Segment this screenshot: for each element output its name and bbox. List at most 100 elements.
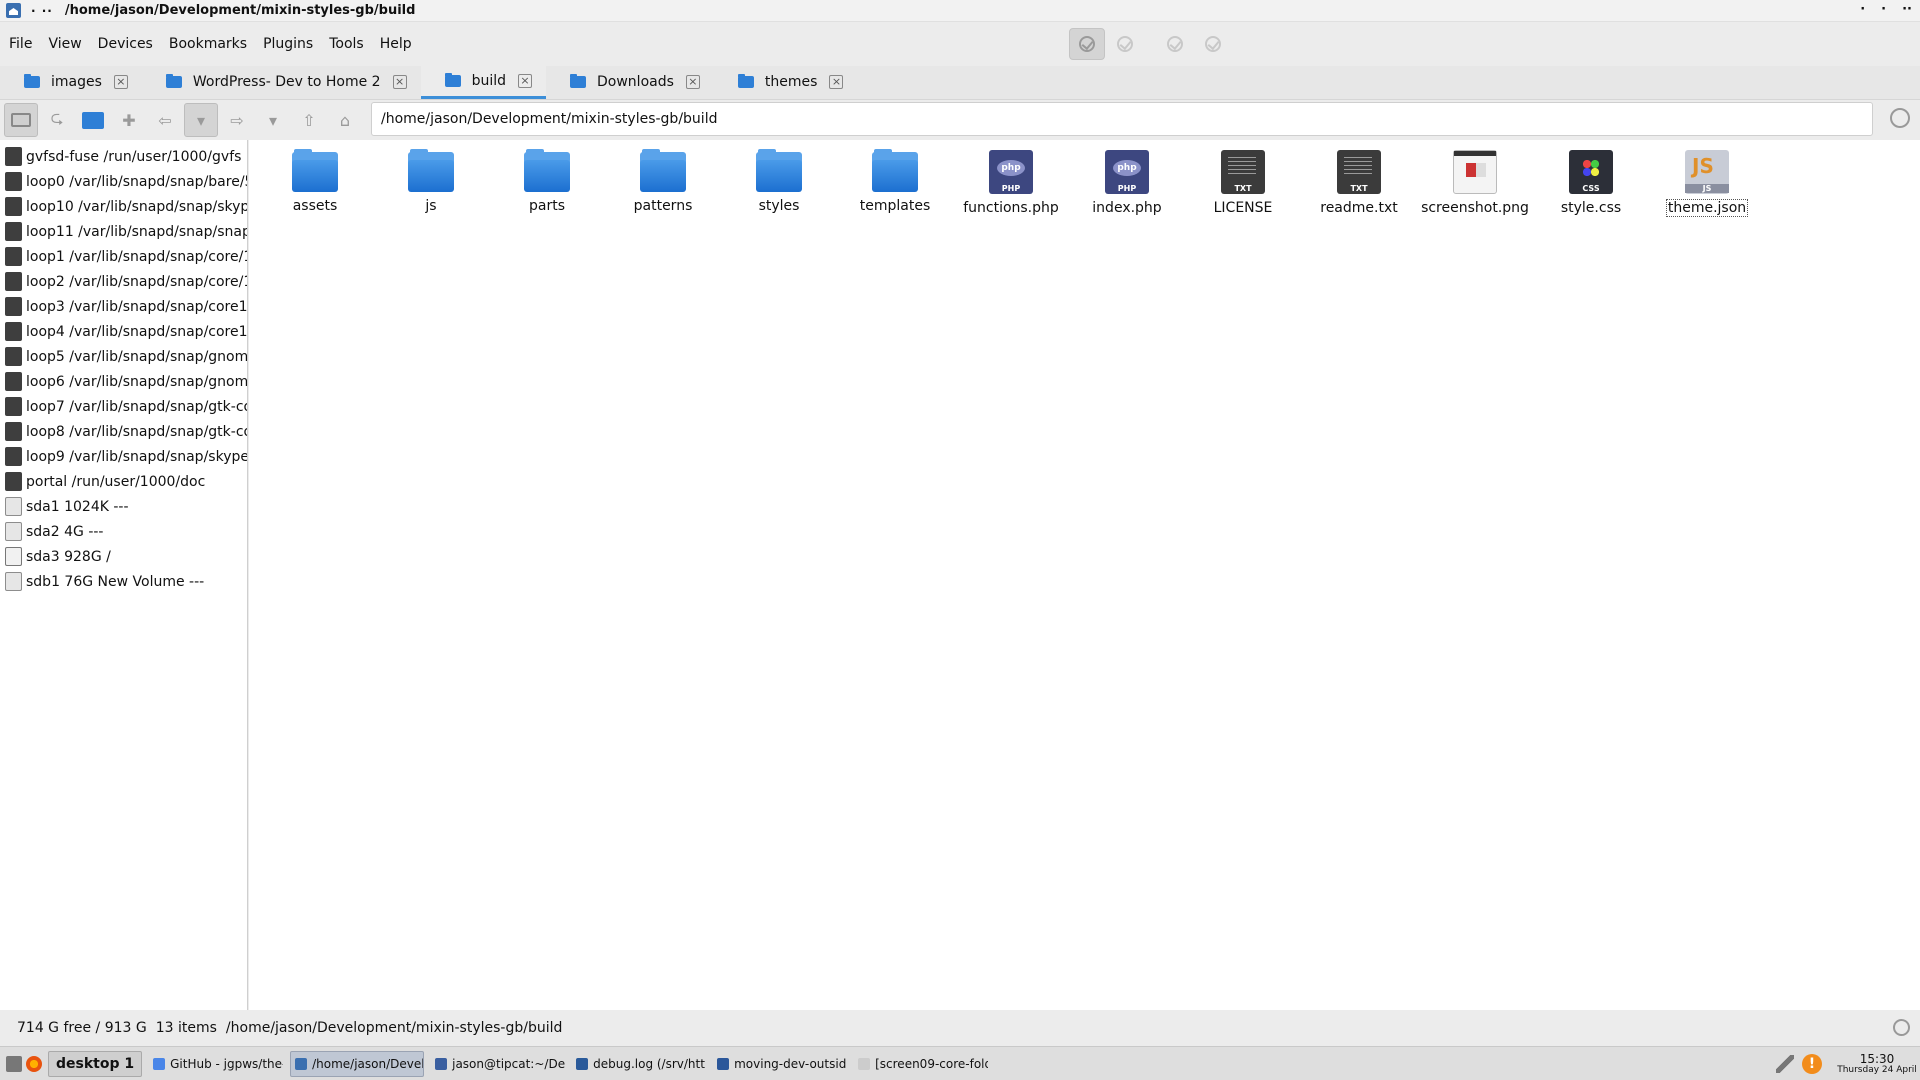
tab-close-icon[interactable]: × [113, 75, 128, 89]
menu-file[interactable]: File [1, 36, 40, 52]
device-item[interactable]: loop4 /var/lib/snapd/snap/core18/2 [0, 319, 247, 344]
device-item[interactable]: sda2 4G --- [0, 519, 247, 544]
tab-close-icon[interactable]: × [392, 75, 407, 89]
new-tab-button[interactable]: ✚ [112, 103, 146, 137]
tab-label: build [471, 72, 507, 89]
menu-view[interactable]: View [40, 36, 89, 52]
device-item[interactable]: loop6 /var/lib/snapd/snap/gnome-3 [0, 369, 247, 394]
up-button[interactable]: ⇧ [292, 103, 326, 137]
device-item[interactable]: loop9 /var/lib/snapd/snap/skype/37 [0, 444, 247, 469]
panel-toggle-3-button[interactable] [1157, 28, 1193, 60]
file-item[interactable]: patterns [605, 148, 721, 224]
pen-icon[interactable] [1776, 1055, 1794, 1073]
menu-plugins[interactable]: Plugins [255, 36, 321, 52]
close-window-button[interactable]: ·· [1902, 2, 1912, 17]
file-item[interactable]: parts [489, 148, 605, 224]
task-list: GitHub - jgpws/the-... /home/jason/Devel.… [142, 1050, 988, 1077]
device-item[interactable]: loop0 /var/lib/snapd/snap/bare/5 [0, 169, 247, 194]
back-history-button[interactable]: ▾ [184, 103, 218, 137]
device-item[interactable]: sda1 1024K --- [0, 494, 247, 519]
tab-close-icon[interactable]: × [518, 73, 533, 88]
file-item[interactable]: JS JS theme.json [1649, 148, 1765, 224]
taskbar-task[interactable]: /home/jason/Devel... [290, 1050, 425, 1077]
device-item[interactable]: loop5 /var/lib/snapd/snap/gnome-3 [0, 344, 247, 369]
device-label: gvfsd-fuse /run/user/1000/gvfs [26, 148, 242, 165]
device-item[interactable]: portal /run/user/1000/doc [0, 469, 247, 494]
home-button[interactable]: ⌂ [328, 103, 362, 137]
file-item[interactable]: php PHP functions.php [953, 148, 1069, 224]
status-indicator-icon[interactable] [1893, 1019, 1910, 1036]
forward-button[interactable]: ⇨ [220, 103, 254, 137]
firefox-icon[interactable] [26, 1055, 42, 1072]
tab-images[interactable]: images × [0, 65, 142, 99]
taskbar: desktop 1 GitHub - jgpws/the-... /home/ja… [0, 1046, 1920, 1080]
menu-tools[interactable]: Tools [321, 36, 372, 52]
tab-build[interactable]: build × [420, 65, 547, 99]
file-item[interactable]: TXT LICENSE [1185, 148, 1301, 224]
css-file-icon: CSS [1569, 150, 1613, 194]
file-type-badge: TXT [1350, 184, 1368, 193]
panel-toggle-1-button[interactable] [1069, 28, 1105, 60]
menu-help[interactable]: Help [372, 36, 420, 52]
file-item[interactable]: assets [257, 148, 373, 224]
location-bar[interactable]: /home/jason/Development/mixin-styles-gb/… [371, 102, 1873, 136]
device-item[interactable]: loop2 /var/lib/snapd/snap/core/172 [0, 269, 247, 294]
panel-toggle-4-button[interactable] [1195, 28, 1231, 60]
device-item[interactable]: loop7 /var/lib/snapd/snap/gtk-comn [0, 394, 247, 419]
tab-close-icon[interactable]: × [829, 75, 844, 89]
file-item[interactable]: templates [837, 148, 953, 224]
file-item[interactable]: TXT readme.txt [1301, 148, 1417, 224]
new-folder-button[interactable] [76, 103, 110, 137]
status-path: /home/jason/Development/mixin-styles-gb/… [225, 1020, 563, 1036]
loop-device-icon [5, 272, 22, 291]
maximize-button[interactable]: · [1881, 2, 1886, 17]
side-pane-toggle-button[interactable] [4, 103, 38, 137]
menu-launcher-icon[interactable] [6, 1055, 22, 1072]
file-item[interactable]: styles [721, 148, 837, 224]
back-button[interactable]: ⇦ [148, 103, 182, 137]
file-name: parts [528, 198, 565, 214]
minimize-button[interactable]: · [1860, 2, 1865, 17]
window-title: /home/jason/Development/mixin-styles-gb/… [64, 3, 416, 18]
menu-bookmarks[interactable]: Bookmarks [161, 36, 255, 52]
device-item[interactable]: loop11 /var/lib/snapd/snap/snapd/2 [0, 219, 247, 244]
taskbar-task[interactable]: moving-dev-outside... [713, 1051, 847, 1077]
device-item[interactable]: loop10 /var/lib/snapd/snap/skype/3 [0, 194, 247, 219]
folder-icon [872, 149, 918, 192]
folder-icon [570, 74, 587, 88]
folder-icon [292, 149, 338, 192]
tab-themes[interactable]: themes × [714, 65, 858, 99]
file-item[interactable]: CSS style.css [1533, 148, 1649, 224]
refresh-icon[interactable] [1890, 108, 1910, 128]
warning-icon[interactable]: ! [1802, 1054, 1822, 1074]
device-item[interactable]: gvfsd-fuse /run/user/1000/gvfs [0, 144, 247, 169]
device-item[interactable]: loop8 /var/lib/snapd/snap/gtk-comn [0, 419, 247, 444]
tab-downloads[interactable]: Downloads × [546, 65, 714, 99]
tab-close-icon[interactable]: × [685, 75, 700, 89]
device-item[interactable]: loop1 /var/lib/snapd/snap/core/162 [0, 244, 247, 269]
panel-toggle-2-button[interactable] [1107, 28, 1143, 60]
device-label: sda1 1024K --- [26, 498, 129, 515]
taskbar-task[interactable]: [screen09-core-fold... [854, 1051, 988, 1077]
taskbar-task[interactable]: jason@tipcat:~/Dev... [431, 1051, 565, 1077]
taskbar-task[interactable]: debug.log (/srv/htt... [572, 1051, 706, 1077]
file-item[interactable]: php PHP index.php [1069, 148, 1185, 224]
forward-history-button[interactable]: ▾ [256, 103, 290, 137]
menu-devices[interactable]: Devices [90, 36, 161, 52]
file-item[interactable]: screenshot.png [1417, 148, 1533, 224]
taskbar-task[interactable]: GitHub - jgpws/the-... [149, 1051, 283, 1077]
file-name: index.php [1092, 200, 1162, 216]
redo-button[interactable]: ⮎ [40, 103, 74, 137]
loop-device-icon [5, 297, 22, 316]
device-item[interactable]: sdb1 76G New Volume --- [0, 569, 247, 594]
device-item[interactable]: loop3 /var/lib/snapd/snap/core18/2 [0, 294, 247, 319]
desktop-switcher-button[interactable]: desktop 1 [48, 1050, 143, 1077]
file-item[interactable]: js [373, 148, 489, 224]
device-label: sda3 928G / [26, 548, 111, 565]
system-tray: ! 15:30 Thursday 24 April [1776, 1047, 1920, 1080]
chevron-down-icon: ▾ [196, 110, 206, 130]
tab-wordpress-dev-to-home-2[interactable]: WordPress- Dev to Home 2 × [142, 65, 421, 99]
device-item[interactable]: sda3 928G / [0, 544, 247, 569]
clock[interactable]: 15:30 Thursday 24 April [1836, 1053, 1918, 1075]
file-name: js [425, 198, 437, 214]
